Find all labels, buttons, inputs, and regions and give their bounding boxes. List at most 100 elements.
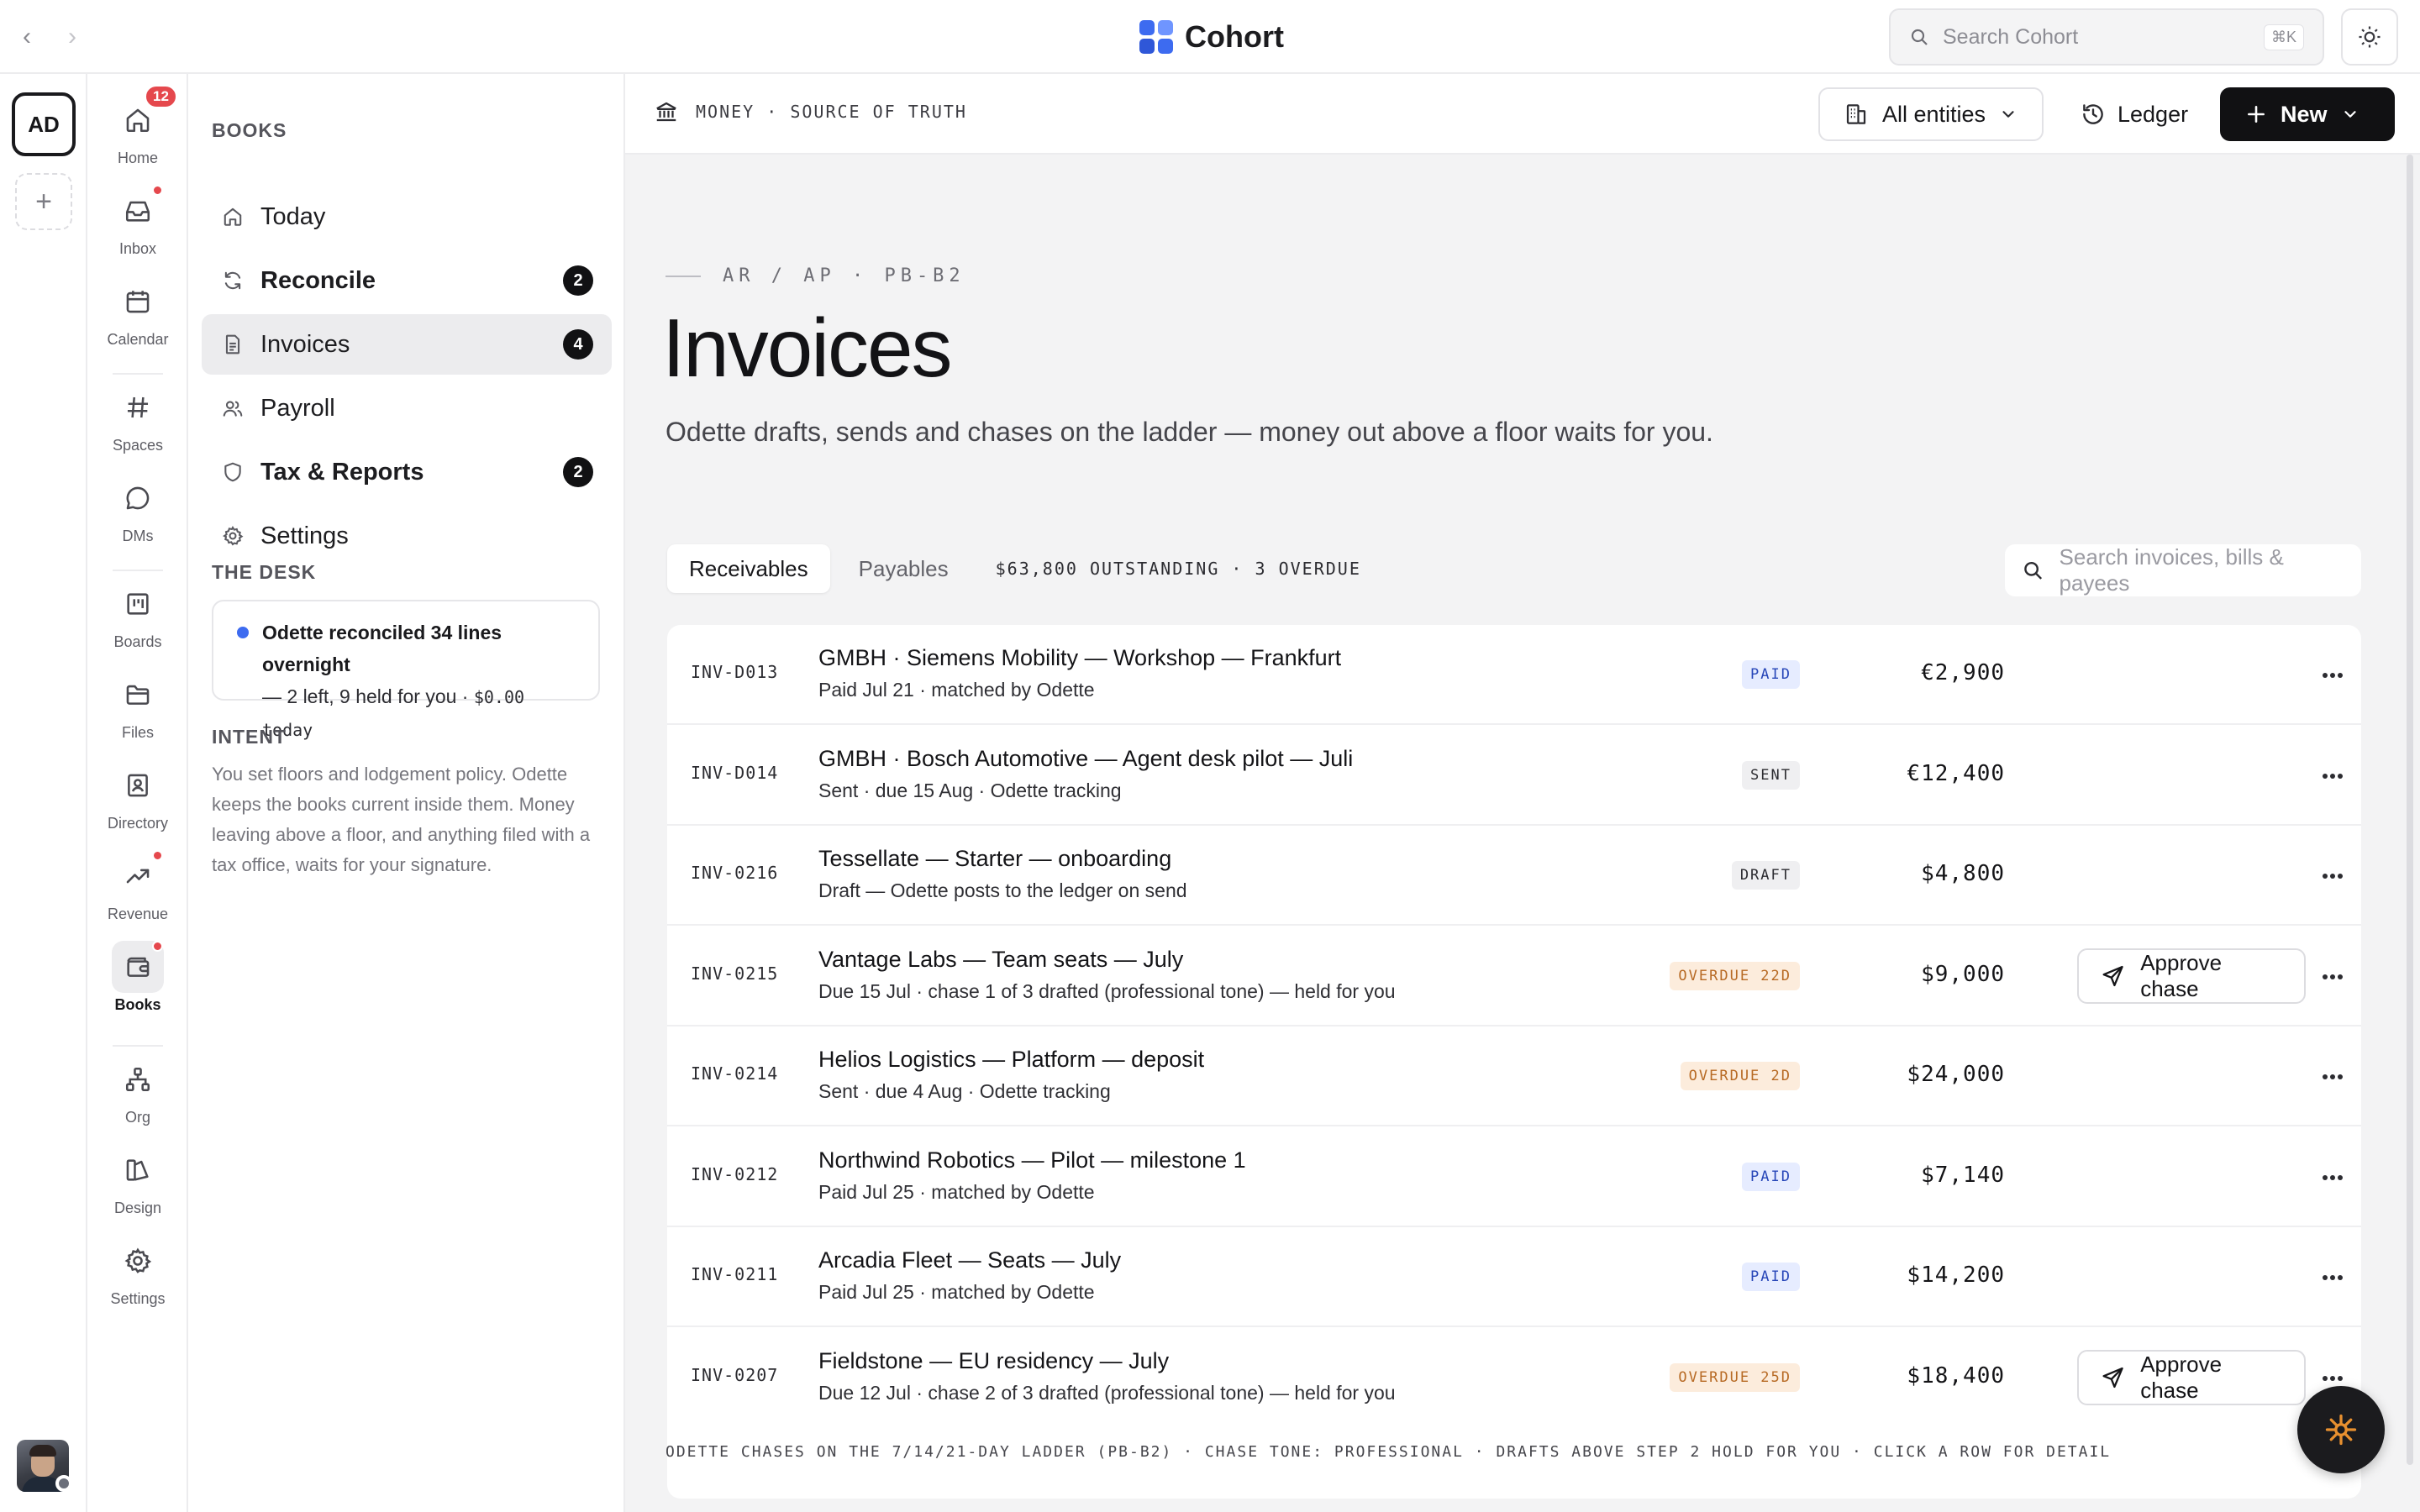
invoice-number: INV-0215 <box>691 963 779 984</box>
invoice-amount: €12,400 <box>1907 760 2005 786</box>
building-icon <box>1846 104 1866 124</box>
rail-item-settings[interactable]: Settings <box>87 1235 188 1308</box>
rail-item-spaces[interactable]: Spaces <box>87 381 188 454</box>
rail-item-revenue[interactable]: Revenue <box>87 850 188 923</box>
nav-invoices[interactable]: Invoices 4 <box>202 314 612 375</box>
invoice-subtitle: Paid Jul 25 · matched by Odette <box>818 1180 1095 1203</box>
eyebrow-rule <box>666 275 701 277</box>
status-badge: PAID <box>1742 1162 1800 1191</box>
nav-settings[interactable]: Settings <box>202 506 612 566</box>
nav-tax-reports[interactable]: Tax & Reports 2 <box>202 442 612 502</box>
invoice-search-input[interactable]: Search invoices, bills & payees <box>2005 544 2361 596</box>
invoice-number: INV-D014 <box>691 762 779 783</box>
tab-payables[interactable]: Payables <box>837 544 971 593</box>
invoice-title: Northwind Robotics — Pilot — milestone 1 <box>818 1147 1246 1173</box>
more-options-icon[interactable] <box>2316 659 2349 692</box>
table-row[interactable]: INV-D013 GMBH · Siemens Mobility — Worksh… <box>667 625 2361 725</box>
app-rail: 12 Home Inbox Calendar Spaces DMs Boards <box>87 74 188 1512</box>
invoice-amount: $7,140 <box>1921 1162 2005 1188</box>
global-search-input[interactable]: Search Cohort ⌘K <box>1889 8 2324 66</box>
home-badge: 12 <box>144 84 178 109</box>
rail-item-dms[interactable]: DMs <box>87 472 188 545</box>
scrollbar-thumb[interactable] <box>2407 155 2413 1465</box>
search-icon <box>2024 561 2043 580</box>
rail-item-org[interactable]: Org <box>87 1053 188 1126</box>
desk-section-title: THE DESK <box>212 561 317 583</box>
table-row[interactable]: INV-0214 Helios Logistics — Platform — de… <box>667 1026 2361 1126</box>
more-options-icon[interactable] <box>2316 1161 2349 1194</box>
nav-label: Settings <box>260 522 349 549</box>
desk-headline: Odette reconciled 34 lines overnight <box>262 622 502 675</box>
nav-today[interactable]: Today <box>202 186 612 247</box>
rail-label: Books <box>114 996 161 1013</box>
eyebrow-text: AR / AP · PB-B2 <box>723 265 965 286</box>
sparkle-icon <box>2325 1414 2357 1446</box>
nav-reconcile[interactable]: Reconcile 2 <box>202 250 612 311</box>
desk-activity-card[interactable]: Odette reconciled 34 lines overnight — 2… <box>212 600 600 740</box>
more-options-icon[interactable] <box>2316 1261 2349 1294</box>
invoice-number: INV-0216 <box>691 863 779 883</box>
approve-chase-button[interactable]: Approve chase <box>2077 948 2306 1004</box>
rail-label: Directory <box>107 815 168 832</box>
more-options-icon[interactable] <box>2316 759 2349 793</box>
table-row[interactable]: INV-D014 GMBH · Bosch Automotive — Agent … <box>667 726 2361 826</box>
rail-item-boards[interactable]: Boards <box>87 578 188 651</box>
tab-receivables[interactable]: Receivables <box>667 544 830 593</box>
rail-item-inbox[interactable]: Inbox <box>87 185 188 258</box>
invoice-number: INV-0212 <box>691 1163 779 1184</box>
people-icon <box>220 396 245 421</box>
table-row[interactable]: INV-0207 Fieldstone — EU residency — July… <box>667 1328 2361 1428</box>
approve-chase-button[interactable]: Approve chase <box>2077 1349 2306 1405</box>
send-icon <box>2102 965 2123 986</box>
nav-payroll[interactable]: Payroll <box>202 378 612 438</box>
desk-detail-text: — 2 left, 9 held for you · <box>262 685 474 707</box>
entity-selector-label: All entities <box>1882 101 1986 127</box>
org-chart-icon <box>112 1053 164 1105</box>
back-arrow-icon[interactable]: ‹ <box>12 22 42 52</box>
invoice-title: Vantage Labs — Team seats — July <box>818 946 1184 972</box>
workspace-switcher[interactable]: AD <box>12 92 76 156</box>
forward-arrow-icon[interactable]: › <box>57 22 87 52</box>
rail-label: Files <box>121 724 154 741</box>
table-row[interactable]: INV-0211 Arcadia Fleet — Seats — July Paid… <box>667 1227 2361 1327</box>
table-row[interactable]: INV-0216 Tessellate — Starter — onboardin… <box>667 826 2361 926</box>
assistant-fab-button[interactable] <box>2297 1386 2385 1473</box>
table-row[interactable]: INV-0212 Northwind Robotics — Pilot — mil… <box>667 1127 2361 1227</box>
scrollbar[interactable] <box>2405 155 2415 1512</box>
new-button[interactable]: New <box>2220 87 2395 141</box>
more-options-icon[interactable] <box>2316 859 2349 893</box>
invoice-title: Arcadia Fleet — Seats — July <box>818 1247 1122 1273</box>
approve-chase-label: Approve chase <box>2140 1351 2223 1403</box>
add-workspace-button[interactable]: + <box>15 173 72 230</box>
chevron-down-icon <box>2002 111 2014 118</box>
more-options-icon[interactable] <box>2316 960 2349 994</box>
books-alert-dot <box>152 941 163 952</box>
intent-section-title: INTENT <box>212 726 287 748</box>
rail-item-files[interactable]: Files <box>87 669 188 742</box>
rail-item-calendar[interactable]: Calendar <box>87 276 188 349</box>
presence-indicator <box>55 1475 72 1492</box>
invoice-title: Fieldstone — EU residency — July <box>818 1347 1170 1373</box>
breadcrumb: MONEY · SOURCE OF TRUTH <box>654 99 967 124</box>
entity-selector[interactable]: All entities <box>1818 87 2044 141</box>
hash-icon <box>112 381 164 433</box>
activity-dot <box>237 627 249 638</box>
rail-item-books[interactable]: Books <box>87 941 188 1014</box>
send-icon <box>2102 1367 2123 1388</box>
invoice-amount: $24,000 <box>1907 1062 2005 1087</box>
rail-item-directory[interactable]: Directory <box>87 759 188 832</box>
ledger-button[interactable]: Ledger <box>2072 87 2196 141</box>
rail-item-home[interactable]: 12 Home <box>87 84 188 167</box>
invoice-subtitle: Paid Jul 21 · matched by Odette <box>818 679 1095 701</box>
inbox-unread-dot <box>152 185 163 196</box>
revenue-alert-dot <box>152 850 163 861</box>
shield-icon <box>220 459 245 485</box>
wallet-icon <box>112 941 164 993</box>
invoice-subtitle: Due 12 Jul · chase 2 of 3 drafted (profe… <box>818 1381 1396 1404</box>
table-row[interactable]: INV-0215 Vantage Labs — Team seats — July… <box>667 927 2361 1026</box>
invoice-title: GMBH · Bosch Automotive — Agent desk pil… <box>818 745 1354 771</box>
invoice-number: INV-0214 <box>691 1063 779 1084</box>
theme-toggle-button[interactable] <box>2341 8 2398 66</box>
more-options-icon[interactable] <box>2316 1060 2349 1094</box>
rail-item-design[interactable]: Design <box>87 1144 188 1217</box>
